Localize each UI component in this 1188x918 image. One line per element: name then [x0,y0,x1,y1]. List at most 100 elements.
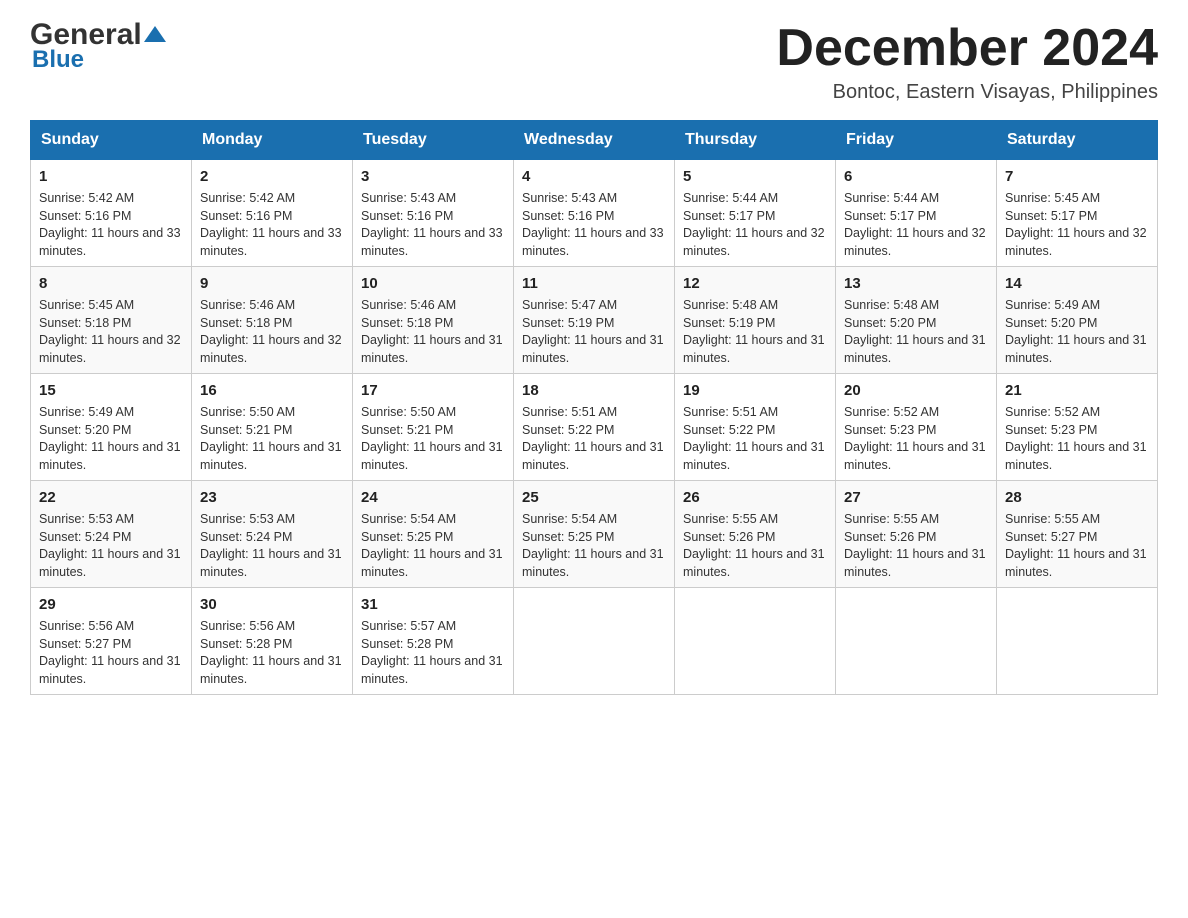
daylight-text: Daylight: 11 hours and 31 minutes. [683,332,827,367]
sunset-text: Sunset: 5:25 PM [361,529,505,547]
sunrise-text: Sunrise: 5:43 AM [522,190,666,208]
calendar-week-row: 15Sunrise: 5:49 AMSunset: 5:20 PMDayligh… [31,374,1158,481]
sunrise-text: Sunrise: 5:52 AM [1005,404,1149,422]
day-info: Sunrise: 5:55 AMSunset: 5:26 PMDaylight:… [844,511,988,581]
sunrise-text: Sunrise: 5:54 AM [522,511,666,529]
daylight-text: Daylight: 11 hours and 31 minutes. [39,546,183,581]
sunset-text: Sunset: 5:19 PM [522,315,666,333]
daylight-text: Daylight: 11 hours and 31 minutes. [361,546,505,581]
sunset-text: Sunset: 5:27 PM [39,636,183,654]
sunrise-text: Sunrise: 5:46 AM [361,297,505,315]
day-info: Sunrise: 5:52 AMSunset: 5:23 PMDaylight:… [844,404,988,474]
day-info: Sunrise: 5:53 AMSunset: 5:24 PMDaylight:… [39,511,183,581]
calendar-cell: 9Sunrise: 5:46 AMSunset: 5:18 PMDaylight… [192,267,353,374]
day-info: Sunrise: 5:48 AMSunset: 5:20 PMDaylight:… [844,297,988,367]
calendar-cell: 19 Sunrise: 5:51 AMSunset: 5:22 PMDayligh… [675,374,836,481]
sunset-text: Sunset: 5:16 PM [39,208,183,226]
daylight-text: Daylight: 11 hours and 31 minutes. [522,332,666,367]
daylight-text: Daylight: 11 hours and 31 minutes. [361,439,505,474]
sunrise-text: Sunrise: 5:48 AM [683,297,827,315]
calendar-cell: 10Sunrise: 5:46 AMSunset: 5:18 PMDayligh… [353,267,514,374]
daylight-text: Daylight: 11 hours and 32 minutes. [200,332,344,367]
sunrise-text: Sunrise: 5:56 AM [39,618,183,636]
weekday-header-friday: Friday [836,121,997,160]
sunrise-text: Sunrise: 5:49 AM [39,404,183,422]
sunrise-text: Sunrise: 5:55 AM [844,511,988,529]
day-number: 11 [522,273,666,294]
sunrise-text: Sunrise: 5:42 AM [200,190,344,208]
weekday-header-wednesday: Wednesday [514,121,675,160]
sunrise-text: Sunrise: 5:55 AM [1005,511,1149,529]
sunrise-text: Sunrise: 5:49 AM [1005,297,1149,315]
sunrise-text: Sunrise: 5:45 AM [1005,190,1149,208]
day-number: 20 [844,380,988,401]
sunset-text: Sunset: 5:17 PM [844,208,988,226]
calendar-cell: 12 Sunrise: 5:48 AMSunset: 5:19 PMDayligh… [675,267,836,374]
sunset-text: Sunset: 5:18 PM [361,315,505,333]
day-info: Sunrise: 5:46 AMSunset: 5:18 PMDaylight:… [361,297,505,367]
day-number: 17 [361,380,505,401]
daylight-text: Daylight: 11 hours and 31 minutes. [1005,546,1149,581]
day-info: Sunrise: 5:49 AMSunset: 5:20 PMDaylight:… [39,404,183,474]
day-number: 16 [200,380,344,401]
day-number: 14 [1005,273,1149,294]
day-info: Sunrise: 5:51 AMSunset: 5:22 PMDaylight:… [683,404,827,474]
daylight-text: Daylight: 11 hours and 31 minutes. [683,546,827,581]
month-year: December 2024 [776,20,1158,77]
daylight-text: Daylight: 11 hours and 31 minutes. [683,439,827,474]
day-info: Sunrise: 5:43 AMSunset: 5:16 PMDaylight:… [361,190,505,260]
calendar-cell: 8Sunrise: 5:45 AMSunset: 5:18 PMDaylight… [31,267,192,374]
sunrise-text: Sunrise: 5:51 AM [522,404,666,422]
calendar-cell: 13Sunrise: 5:48 AMSunset: 5:20 PMDayligh… [836,267,997,374]
day-number: 19 [683,380,827,401]
day-number: 22 [39,487,183,508]
weekday-header-tuesday: Tuesday [353,121,514,160]
calendar-cell: 2Sunrise: 5:42 AMSunset: 5:16 PMDaylight… [192,160,353,267]
day-info: Sunrise: 5:44 AMSunset: 5:17 PMDaylight:… [683,190,827,260]
sunrise-text: Sunrise: 5:44 AM [844,190,988,208]
calendar-cell: 15Sunrise: 5:49 AMSunset: 5:20 PMDayligh… [31,374,192,481]
day-number: 3 [361,166,505,187]
sunset-text: Sunset: 5:24 PM [200,529,344,547]
daylight-text: Daylight: 11 hours and 31 minutes. [361,653,505,688]
day-info: Sunrise: 5:53 AMSunset: 5:24 PMDaylight:… [200,511,344,581]
calendar-week-row: 29Sunrise: 5:56 AMSunset: 5:27 PMDayligh… [31,588,1158,695]
sunset-text: Sunset: 5:23 PM [1005,422,1149,440]
day-number: 29 [39,594,183,615]
calendar-table: SundayMondayTuesdayWednesdayThursdayFrid… [30,120,1158,695]
calendar-cell [997,588,1158,695]
calendar-cell: 25Sunrise: 5:54 AMSunset: 5:25 PMDayligh… [514,481,675,588]
daylight-text: Daylight: 11 hours and 31 minutes. [844,439,988,474]
logo-icon [144,22,166,44]
sunset-text: Sunset: 5:26 PM [844,529,988,547]
sunrise-text: Sunrise: 5:50 AM [200,404,344,422]
daylight-text: Daylight: 11 hours and 31 minutes. [39,653,183,688]
weekday-header-monday: Monday [192,121,353,160]
sunrise-text: Sunrise: 5:44 AM [683,190,827,208]
daylight-text: Daylight: 11 hours and 31 minutes. [200,546,344,581]
daylight-text: Daylight: 11 hours and 31 minutes. [200,653,344,688]
daylight-text: Daylight: 11 hours and 31 minutes. [844,332,988,367]
day-number: 31 [361,594,505,615]
day-info: Sunrise: 5:49 AMSunset: 5:20 PMDaylight:… [1005,297,1149,367]
calendar-cell: 14 Sunrise: 5:49 AMSunset: 5:20 PMDayligh… [997,267,1158,374]
calendar-cell: 18Sunrise: 5:51 AMSunset: 5:22 PMDayligh… [514,374,675,481]
weekday-header-row: SundayMondayTuesdayWednesdayThursdayFrid… [31,121,1158,160]
day-number: 5 [683,166,827,187]
day-number: 28 [1005,487,1149,508]
sunrise-text: Sunrise: 5:43 AM [361,190,505,208]
day-number: 12 [683,273,827,294]
day-info: Sunrise: 5:48 AMSunset: 5:19 PMDaylight:… [683,297,827,367]
calendar-cell: 3 Sunrise: 5:43 AMSunset: 5:16 PMDaylight… [353,160,514,267]
daylight-text: Daylight: 11 hours and 33 minutes. [200,225,344,260]
calendar-cell: 16Sunrise: 5:50 AMSunset: 5:21 PMDayligh… [192,374,353,481]
calendar-cell: 5 Sunrise: 5:44 AMSunset: 5:17 PMDaylight… [675,160,836,267]
sunset-text: Sunset: 5:23 PM [844,422,988,440]
sunset-text: Sunset: 5:20 PM [844,315,988,333]
sunrise-text: Sunrise: 5:55 AM [683,511,827,529]
sunset-text: Sunset: 5:16 PM [361,208,505,226]
sunrise-text: Sunrise: 5:47 AM [522,297,666,315]
sunset-text: Sunset: 5:26 PM [683,529,827,547]
daylight-text: Daylight: 11 hours and 32 minutes. [844,225,988,260]
calendar-cell: 22 Sunrise: 5:53 AMSunset: 5:24 PMDayligh… [31,481,192,588]
